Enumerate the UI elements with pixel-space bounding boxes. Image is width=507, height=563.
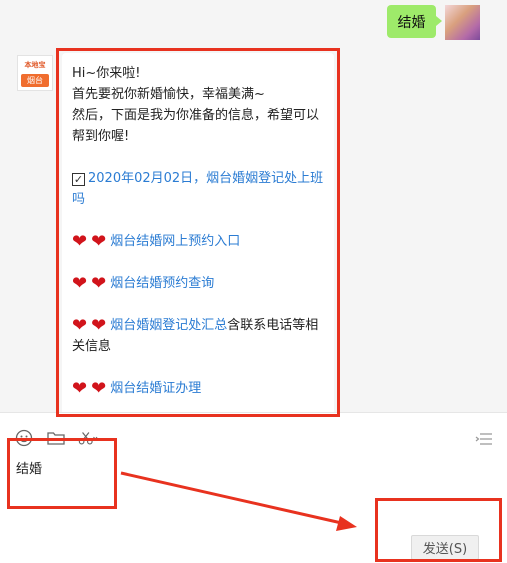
- bot-logo-text: 本地宝: [24, 61, 46, 69]
- heart-icon: ❤: [72, 378, 88, 399]
- my-message-bubble: 结婚: [387, 5, 442, 38]
- input-area: 结婚 发送(S): [0, 412, 507, 563]
- reply-link-certificate[interactable]: 烟台结婚证办理: [110, 381, 201, 396]
- heart-icon: ❤: [91, 315, 107, 336]
- heart-icon: ❤: [72, 273, 88, 294]
- reply-line: 然后，下面是我为你准备的信息，希望可以帮到你喔!: [72, 108, 320, 144]
- reply-link-schedule[interactable]: 2020年02月02日，烟台婚姻登记处上班吗: [72, 171, 323, 207]
- heart-icon: ❤: [72, 231, 88, 252]
- reply-greeting: Hi~你来啦!: [72, 66, 141, 81]
- heart-icon: ❤: [91, 231, 107, 252]
- chat-area: 结婚 本地宝 烟台 Hi~你来啦! 首先要祝你新婚愉快，幸福美满~ 然后，下面是…: [0, 0, 507, 412]
- reply-link-appointment[interactable]: 烟台结婚网上预约入口: [110, 234, 240, 249]
- input-toolbar: [14, 428, 98, 448]
- emoji-icon[interactable]: [14, 428, 34, 448]
- reply-line: 首先要祝你新婚愉快，幸福美满~: [72, 87, 265, 102]
- checkbox-icon: ✓: [72, 173, 85, 186]
- reply-link-query[interactable]: 烟台结婚预约查询: [110, 276, 214, 291]
- scissors-icon[interactable]: [78, 428, 98, 448]
- heart-icon: ❤: [72, 315, 88, 336]
- send-button[interactable]: 发送(S): [411, 535, 479, 560]
- bot-logo-city: 烟台: [21, 74, 49, 87]
- bot-reply-bubble: Hi~你来啦! 首先要祝你新婚愉快，幸福美满~ 然后，下面是我为你准备的信息，希…: [62, 53, 334, 412]
- bot-reply-content: Hi~你来啦! 首先要祝你新婚愉快，幸福美满~ 然后，下面是我为你准备的信息，希…: [72, 63, 328, 399]
- history-icon[interactable]: [475, 431, 493, 447]
- bot-avatar[interactable]: 本地宝 烟台: [17, 55, 53, 91]
- message-input[interactable]: 结婚: [16, 458, 42, 477]
- folder-icon[interactable]: [46, 428, 66, 448]
- my-avatar[interactable]: [445, 5, 480, 40]
- heart-icon: ❤: [91, 273, 107, 294]
- heart-icon: ❤: [91, 378, 107, 399]
- reply-link-offices[interactable]: 烟台婚姻登记处汇总: [110, 318, 227, 333]
